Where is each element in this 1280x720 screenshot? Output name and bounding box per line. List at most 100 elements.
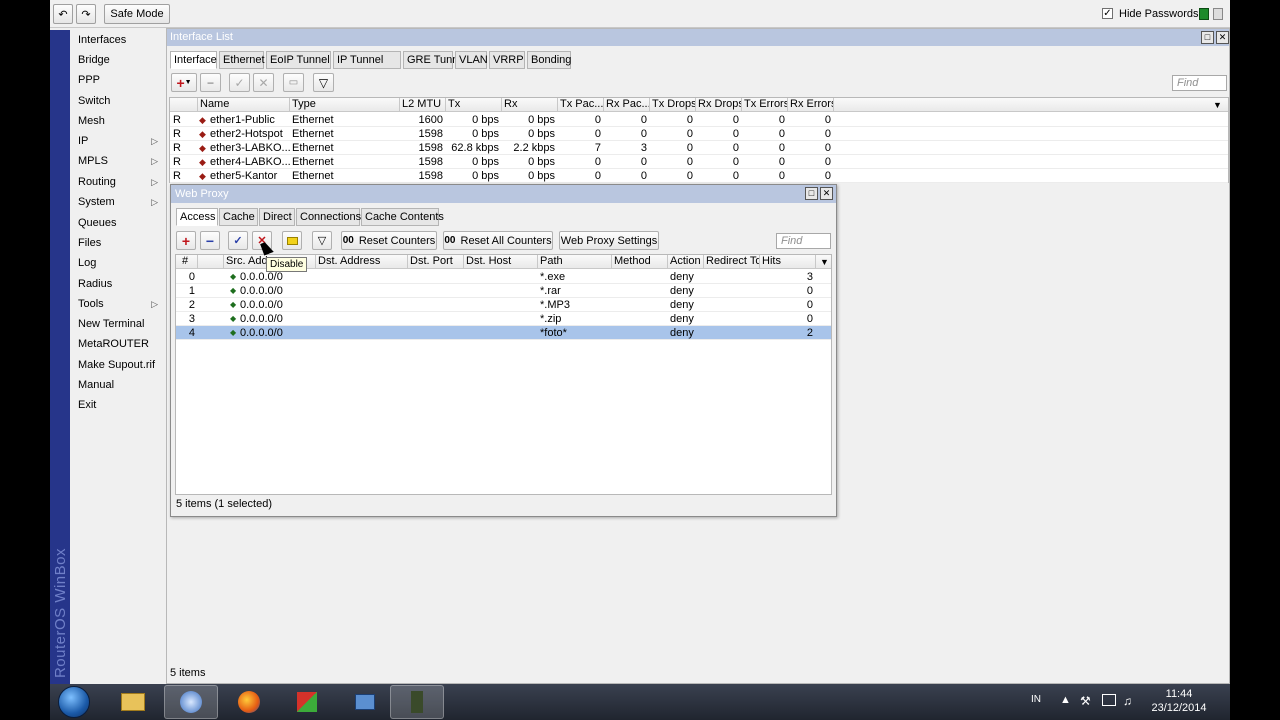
table-row[interactable]: R ◆ ether2-Hotspot Ethernet 1598 0 bps 0 bps 0 0… [170, 127, 1228, 141]
network-taskbar-icon[interactable] [338, 685, 392, 719]
reset-counters-button[interactable]: 00 Reset Counters [341, 231, 437, 250]
wp-comment-button[interactable] [282, 231, 302, 250]
sidebar-item-system[interactable]: System ▷ [78, 193, 164, 211]
table-row[interactable]: 0 ◆ 0.0.0.0/0 *.exe deny 3 [176, 270, 831, 284]
column-menu-icon[interactable]: ▼ [1213, 100, 1222, 110]
sidebar-item-radius[interactable]: Radius [78, 275, 164, 293]
tray-volume-icon[interactable]: ♫ [1123, 694, 1132, 708]
sidebar-item-metarouter[interactable]: MetaROUTER [78, 335, 164, 353]
header-type[interactable]: Type [290, 98, 400, 112]
explorer-taskbar-icon[interactable] [106, 685, 160, 719]
table-row[interactable]: R ◆ ether1-Public Ethernet 1600 0 bps 0 bps 0 0 0… [170, 113, 1228, 127]
language-indicator[interactable]: IN [1031, 694, 1041, 705]
tray-network-icon[interactable] [1102, 694, 1116, 706]
header-tx-pac[interactable]: Tx Pac... [558, 98, 604, 112]
column-menu-icon[interactable]: ▼ [820, 257, 829, 267]
header-tx[interactable]: Tx [446, 98, 502, 112]
tray-arrow-icon[interactable]: ▲ [1060, 694, 1071, 706]
tab-vlan[interactable]: VLAN [455, 51, 488, 69]
hide-passwords-checkbox[interactable]: ✓ [1102, 8, 1113, 19]
table-row[interactable]: 3 ◆ 0.0.0.0/0 *.zip deny 0 [176, 312, 831, 326]
header-path[interactable]: Path [538, 255, 612, 269]
disable-button[interactable]: ✕ [253, 73, 274, 92]
wp-enable-button[interactable]: ✓ [228, 231, 248, 250]
sidebar-item-mpls[interactable]: MPLS ▷ [78, 152, 164, 170]
web-proxy-settings-button[interactable]: Web Proxy Settings [559, 231, 659, 250]
sidebar-item-exit[interactable]: Exit [78, 396, 164, 414]
filter-button[interactable]: ▽ [313, 73, 334, 92]
header-hits[interactable]: Hits [760, 255, 816, 269]
add-button[interactable]: + ▼ [171, 73, 197, 92]
table-row[interactable]: 2 ◆ 0.0.0.0/0 *.MP3 deny 0 [176, 298, 831, 312]
sidebar-item-interfaces[interactable]: Interfaces [78, 31, 164, 49]
tab-ip-tunnel[interactable]: IP Tunnel [333, 51, 401, 69]
table-row[interactable]: 1 ◆ 0.0.0.0/0 *.rar deny 0 [176, 284, 831, 298]
safe-mode-button[interactable]: Safe Mode [104, 4, 170, 24]
header-tx-errors[interactable]: Tx Errors [742, 98, 788, 112]
reset-all-counters-button[interactable]: 00 Reset All Counters [443, 231, 553, 250]
tab-bonding[interactable]: Bonding [527, 51, 571, 69]
header-rx[interactable]: Rx [502, 98, 558, 112]
wp-maximize-button[interactable]: □ [805, 187, 818, 200]
wp-add-button[interactable]: + [176, 231, 196, 250]
tab-gre-tunnel[interactable]: GRE Tunnel [403, 51, 467, 69]
sidebar-item-log[interactable]: Log [78, 254, 164, 272]
tab-vrrp[interactable]: VRRP [489, 51, 525, 69]
table-row[interactable]: R ◆ ether5-Kantor Ethernet 1598 0 bps 0 bps 0 0 0… [170, 169, 1228, 183]
start-button[interactable] [58, 686, 90, 718]
header-number[interactable]: # [176, 255, 198, 269]
header-method[interactable]: Method [612, 255, 668, 269]
header-dst-host[interactable]: Dst. Host [464, 255, 538, 269]
header-redirect-to[interactable]: Redirect To [704, 255, 760, 269]
firefox-taskbar-icon[interactable] [222, 685, 276, 719]
header-dst-port[interactable]: Dst. Port [408, 255, 464, 269]
remove-button[interactable]: − [200, 73, 221, 92]
undo-button[interactable]: ↶ [53, 4, 73, 24]
header-rx-errors[interactable]: Rx Errors [788, 98, 834, 112]
header-rx-pac[interactable]: Rx Pac... [604, 98, 650, 112]
header-rx-drops[interactable]: Rx Drops [696, 98, 742, 112]
header-l2-mtu[interactable]: L2 MTU [400, 98, 446, 112]
table-row[interactable]: R ◆ ether4-LABKO... Ethernet 1598 0 bps 0 bps 0… [170, 155, 1228, 169]
header-name[interactable]: Name [198, 98, 290, 112]
wp-tab-cache[interactable]: Cache [219, 208, 258, 226]
wp-tab-connections[interactable]: Connections [296, 208, 361, 226]
sidebar-item-files[interactable]: Files [78, 234, 164, 252]
wp-close-button[interactable]: ✕ [820, 187, 833, 200]
sidebar-item-new-terminal[interactable]: New Terminal [78, 315, 164, 333]
tray-tool-icon[interactable]: ⚒ [1080, 694, 1091, 708]
sidebar-item-bridge[interactable]: Bridge [78, 51, 164, 69]
maximize-button[interactable]: □ [1201, 31, 1214, 44]
table-row[interactable]: R ◆ ether3-LABKO... Ethernet 1598 62.8 kbps 2.… [170, 141, 1228, 155]
app-taskbar-icon[interactable] [280, 685, 334, 719]
sidebar-item-routing[interactable]: Routing ▷ [78, 173, 164, 191]
interface-find-input[interactable]: Find [1172, 75, 1227, 91]
tab-interface[interactable]: Interface [170, 51, 217, 69]
comment-button[interactable]: ▭ [283, 73, 304, 92]
sidebar-item-queues[interactable]: Queues [78, 214, 164, 232]
wp-find-input[interactable]: Find [776, 233, 831, 249]
header-dst-address[interactable]: Dst. Address [316, 255, 408, 269]
enable-button[interactable]: ✓ [229, 73, 250, 92]
winbox-taskbar-icon[interactable] [164, 685, 218, 719]
table-row[interactable]: 4 ◆ 0.0.0.0/0 *foto* deny 2 [176, 326, 831, 340]
tab-ethernet[interactable]: Ethernet [219, 51, 265, 69]
close-button[interactable]: ✕ [1216, 31, 1229, 44]
redo-button[interactable]: ↷ [76, 4, 96, 24]
sidebar-item-mesh[interactable]: Mesh [78, 112, 164, 130]
wp-tab-access[interactable]: Access [176, 208, 218, 226]
tab-eoip-tunnel[interactable]: EoIP Tunnel [266, 51, 331, 69]
sidebar-item-ip[interactable]: IP ▷ [78, 132, 164, 150]
wp-tab-cache-contents[interactable]: Cache Contents [361, 208, 444, 226]
header-tx-drops[interactable]: Tx Drops [650, 98, 696, 112]
header-action[interactable]: Action [668, 255, 704, 269]
sidebar-item-manual[interactable]: Manual [78, 376, 164, 394]
system-clock[interactable]: 11:44 23/12/2014 [1144, 687, 1214, 715]
video-taskbar-icon[interactable] [390, 685, 444, 719]
sidebar-item-ppp[interactable]: PPP [78, 71, 164, 89]
sidebar-item-make-supout-rif[interactable]: Make Supout.rif [78, 356, 164, 374]
wp-filter-button[interactable]: ▽ [312, 231, 332, 250]
wp-remove-button[interactable]: − [200, 231, 220, 250]
wp-tab-direct[interactable]: Direct [259, 208, 295, 226]
sidebar-item-tools[interactable]: Tools ▷ [78, 295, 164, 313]
